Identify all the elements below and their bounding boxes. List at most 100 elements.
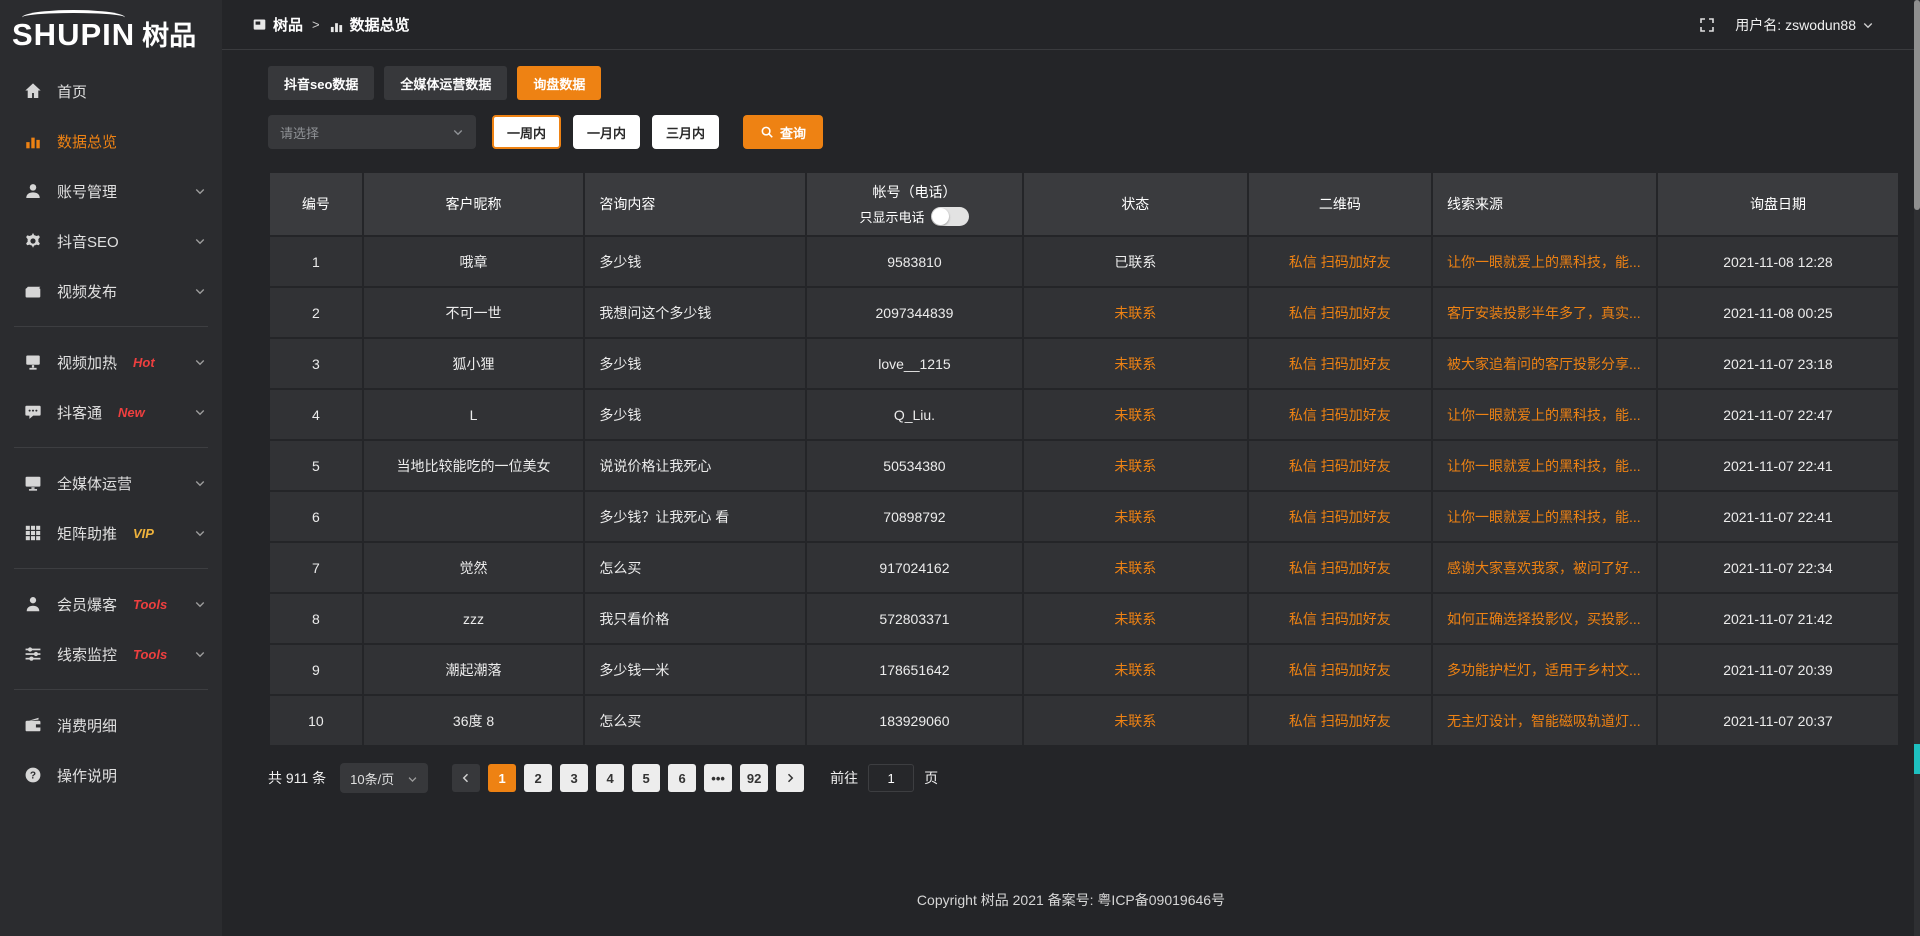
source-link[interactable]: 客厅安装投影半年多了，真实... xyxy=(1447,305,1641,321)
range-button-one-month[interactable]: 一月内 xyxy=(573,115,640,149)
cell-status: 未联系 xyxy=(1023,440,1248,491)
qrcode-link[interactable]: 私信 扫码加好友 xyxy=(1289,713,1391,729)
qrcode-link[interactable]: 私信 扫码加好友 xyxy=(1289,254,1391,270)
cell-source: 感谢大家喜欢我家，被问了好... xyxy=(1432,542,1657,593)
qrcode-link[interactable]: 私信 扫码加好友 xyxy=(1289,509,1391,525)
cell-date: 2021-11-07 21:42 xyxy=(1657,593,1899,644)
search-button-label: 查询 xyxy=(780,123,806,142)
source-link[interactable]: 被大家追着问的客厅投影分享... xyxy=(1447,356,1641,372)
page-button-5[interactable]: 5 xyxy=(632,764,660,792)
source-link[interactable]: 让你一眼就爱上的黑科技，能... xyxy=(1447,407,1641,423)
cell-date: 2021-11-08 12:28 xyxy=(1657,236,1899,287)
sidebar-item-member-baoke[interactable]: 会员爆客Tools xyxy=(0,579,222,629)
cell-status: 未联系 xyxy=(1023,593,1248,644)
sidebar-item-consumption-details[interactable]: 消费明细 xyxy=(0,700,222,750)
sliders-icon xyxy=(24,645,42,663)
cell-status: 未联系 xyxy=(1023,491,1248,542)
status-badge: 未联系 xyxy=(1114,509,1156,525)
tab-inquiry-data[interactable]: 询盘数据 xyxy=(517,66,601,100)
page-button-92[interactable]: 92 xyxy=(740,764,768,792)
cell-nickname: 哦章 xyxy=(363,236,585,287)
main-area: 树品>数据总览 用户名: zswodun88 抖音seo数据全媒体运营数据询盘数… xyxy=(222,0,1920,936)
qrcode-link[interactable]: 私信 扫码加好友 xyxy=(1289,662,1391,678)
source-link[interactable]: 感谢大家喜欢我家，被问了好... xyxy=(1447,560,1641,576)
cell-nickname: 潮起潮落 xyxy=(363,644,585,695)
sidebar-item-home[interactable]: 首页 xyxy=(0,66,222,116)
sidebar-item-label: 账号管理 xyxy=(57,181,117,202)
sidebar-item-omnimedia-operation[interactable]: 全媒体运营 xyxy=(0,458,222,508)
table-row: 8zzz我只看价格572803371未联系私信 扫码加好友如何正确选择投影仪，买… xyxy=(269,593,1899,644)
phone-only-toggle[interactable] xyxy=(931,207,969,226)
cell-qrcode: 私信 扫码加好友 xyxy=(1248,389,1432,440)
chevron-down-icon xyxy=(407,773,418,784)
cell-content: 怎么买 xyxy=(584,695,806,746)
cell-id: 10 xyxy=(269,695,363,746)
page-button-1[interactable]: 1 xyxy=(488,764,516,792)
qrcode-link[interactable]: 私信 扫码加好友 xyxy=(1289,458,1391,474)
page-ellipsis-button[interactable]: ••• xyxy=(704,764,732,792)
page-button-6[interactable]: 6 xyxy=(668,764,696,792)
qrcode-link[interactable]: 私信 扫码加好友 xyxy=(1289,356,1391,372)
page-button-4[interactable]: 4 xyxy=(596,764,624,792)
sidebar-item-video-heating[interactable]: 视频加热Hot xyxy=(0,337,222,387)
qrcode-link[interactable]: 私信 扫码加好友 xyxy=(1289,611,1391,627)
breadcrumb-home[interactable]: 树品 xyxy=(252,14,303,35)
goto-page-input[interactable] xyxy=(868,764,914,792)
cell-status: 未联系 xyxy=(1023,389,1248,440)
side-widget-tab[interactable] xyxy=(1914,744,1920,774)
page-button-2[interactable]: 2 xyxy=(524,764,552,792)
cell-date: 2021-11-07 20:39 xyxy=(1657,644,1899,695)
cell-id: 5 xyxy=(269,440,363,491)
range-button-group: 一周内一月内三月内 xyxy=(476,115,719,149)
sidebar-item-label: 抖音SEO xyxy=(57,231,119,252)
cell-id: 2 xyxy=(269,287,363,338)
sidebar-item-data-overview[interactable]: 数据总览 xyxy=(0,116,222,166)
cell-account: 9583810 xyxy=(806,236,1023,287)
breadcrumb-data-overview[interactable]: 数据总览 xyxy=(329,14,410,35)
cell-account: 50534380 xyxy=(806,440,1023,491)
tab-omnimedia-operation-data[interactable]: 全媒体运营数据 xyxy=(384,66,507,100)
sidebar-item-video-publish[interactable]: 视频发布 xyxy=(0,266,222,316)
source-link[interactable]: 让你一眼就爱上的黑科技，能... xyxy=(1447,509,1641,525)
status-badge: 未联系 xyxy=(1114,356,1156,372)
sidebar-item-douyin-seo[interactable]: 抖音SEO xyxy=(0,216,222,266)
fullscreen-icon[interactable] xyxy=(1699,17,1715,33)
filter-select[interactable]: 请选择 xyxy=(268,115,476,149)
sidebar-divider xyxy=(14,689,208,690)
logo-brand-en: SHUPIN xyxy=(12,19,135,50)
cell-account: 917024162 xyxy=(806,542,1023,593)
source-link[interactable]: 如何正确选择投影仪，买投影... xyxy=(1447,611,1641,627)
tab-douyin-seo-data[interactable]: 抖音seo数据 xyxy=(268,66,374,100)
search-button[interactable]: 查询 xyxy=(743,115,823,149)
page-button-3[interactable]: 3 xyxy=(560,764,588,792)
col-header-id: 编号 xyxy=(269,172,363,236)
page-size-select[interactable]: 10条/页 xyxy=(340,763,428,793)
table-row: 3狐小狸多少钱love__1215未联系私信 扫码加好友被大家追着问的客厅投影分… xyxy=(269,338,1899,389)
source-link[interactable]: 无主灯设计，智能磁吸轨道灯... xyxy=(1447,713,1641,729)
table-row: 4L多少钱Q_Liu.未联系私信 扫码加好友让你一眼就爱上的黑科技，能...20… xyxy=(269,389,1899,440)
topbar: 树品>数据总览 用户名: zswodun88 xyxy=(222,0,1920,50)
source-link[interactable]: 多功能护栏灯，适用于乡村文... xyxy=(1447,662,1641,678)
filter-select-placeholder: 请选择 xyxy=(280,123,319,142)
bubble-icon xyxy=(24,403,42,421)
source-link[interactable]: 让你一眼就爱上的黑科技，能... xyxy=(1447,458,1641,474)
scrollbar-thumb[interactable] xyxy=(1914,0,1920,210)
cell-source: 让你一眼就爱上的黑科技，能... xyxy=(1432,440,1657,491)
qrcode-link[interactable]: 私信 扫码加好友 xyxy=(1289,407,1391,423)
qrcode-link[interactable]: 私信 扫码加好友 xyxy=(1289,560,1391,576)
cell-id: 7 xyxy=(269,542,363,593)
range-button-three-months[interactable]: 三月内 xyxy=(652,115,719,149)
user-menu[interactable]: 用户名: zswodun88 xyxy=(1735,15,1874,35)
qrcode-link[interactable]: 私信 扫码加好友 xyxy=(1289,305,1391,321)
sidebar-item-douketong[interactable]: 抖客通New xyxy=(0,387,222,437)
range-button-one-week[interactable]: 一周内 xyxy=(492,115,561,149)
sidebar-divider xyxy=(14,568,208,569)
sidebar-item-matrix-boost[interactable]: 矩阵助推VIP xyxy=(0,508,222,558)
sidebar-item-account-management[interactable]: 账号管理 xyxy=(0,166,222,216)
prev-page-button[interactable] xyxy=(452,764,480,792)
sidebar-item-lead-monitoring[interactable]: 线索监控Tools xyxy=(0,629,222,679)
source-link[interactable]: 让你一眼就爱上的黑科技，能... xyxy=(1447,254,1641,270)
search-icon xyxy=(760,125,774,139)
next-page-button[interactable] xyxy=(776,764,804,792)
sidebar-item-operation-guide[interactable]: ?操作说明 xyxy=(0,750,222,800)
